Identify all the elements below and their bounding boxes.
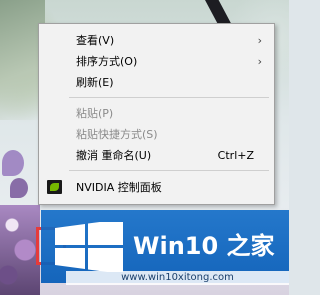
chevron-right-icon: › [257, 55, 262, 68]
menu-item-paste[interactable]: 粘贴(P) [39, 103, 274, 124]
menu-item-shortcut: Ctrl+Z [217, 149, 254, 162]
menu-separator [69, 97, 269, 98]
chevron-right-icon: › [257, 34, 262, 47]
watermark-url: www.win10xitong.com [66, 271, 289, 285]
menu-item-label: 查看(V) [76, 34, 115, 47]
menu-item-label: 刷新(E) [76, 76, 114, 89]
menu-item-label: 撤消 重命名(U) [76, 149, 152, 162]
menu-separator [69, 170, 269, 171]
wallpaper-blossom [2, 150, 24, 176]
menu-item-refresh[interactable]: 刷新(E) [39, 72, 274, 93]
menu-item-label: 排序方式(O) [76, 55, 138, 68]
menu-item-label: NVIDIA 控制面板 [76, 181, 162, 194]
wallpaper-blossom [10, 178, 28, 198]
menu-item-nvidia-control-panel[interactable]: NVIDIA 控制面板 [39, 177, 274, 198]
menu-item-paste-shortcut[interactable]: 粘贴快捷方式(S) [39, 124, 274, 145]
menu-item-label: 粘贴(P) [76, 107, 114, 120]
menu-item-label: 粘贴快捷方式(S) [76, 128, 158, 141]
desktop-context-menu: 查看(V) › 排序方式(O) › 刷新(E) 粘贴(P) 粘贴快捷方式(S) … [38, 23, 275, 205]
wallpaper-flower [0, 205, 40, 295]
menu-item-sort-by[interactable]: 排序方式(O) › [39, 51, 274, 72]
menu-item-undo-rename[interactable]: 撤消 重命名(U) Ctrl+Z [39, 145, 274, 166]
watermark-brand: Win10 之家 [133, 232, 275, 260]
menu-item-view[interactable]: 查看(V) › [39, 30, 274, 51]
nvidia-icon [47, 180, 62, 194]
windows-logo-icon [55, 222, 123, 272]
